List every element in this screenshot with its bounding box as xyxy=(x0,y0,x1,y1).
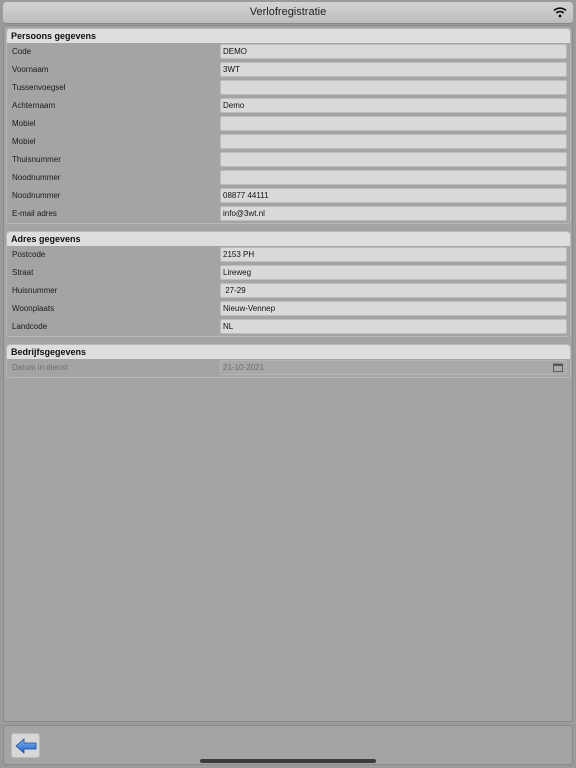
postcode-field[interactable]: 2153 PH xyxy=(220,247,567,262)
field-label: Mobiel xyxy=(12,137,36,146)
field-label: Thuisnummer xyxy=(12,155,61,164)
noodnummer-field[interactable] xyxy=(220,170,567,185)
form-row-voornaam: Voornaam 3WT xyxy=(7,61,570,79)
form-row-noodnummer: Noodnummer xyxy=(7,169,570,187)
section-header: Bedrijfsgegevens xyxy=(7,345,570,359)
app-title: Verlofregistratie xyxy=(249,6,327,18)
form-row-landcode: Landcode NL xyxy=(7,318,570,336)
thuisnummer-field[interactable] xyxy=(220,152,567,167)
form-row-achternaam: Achternaam Demo xyxy=(7,97,570,115)
field-label: E-mail adres xyxy=(12,209,57,218)
email-field[interactable]: info@3wt.nl xyxy=(220,206,567,221)
code-field[interactable]: DEMO xyxy=(220,44,567,59)
field-label: Code xyxy=(12,47,32,56)
field-label: Postcode xyxy=(12,250,46,259)
achternaam-field[interactable]: Demo xyxy=(220,98,567,113)
field-label: Straat xyxy=(12,268,34,277)
form-row-tussenvoegsel: Tussenvoegsel xyxy=(7,79,570,97)
bedrijfsgegevens-section: Bedrijfsgegevens Datum in dienst 21-10-2… xyxy=(6,344,571,378)
field-label: Woonplaats xyxy=(12,304,55,313)
section-header: Persoons gegevens xyxy=(7,29,570,43)
form-row-woonplaats: Woonplaats Nieuw-Vennep xyxy=(7,300,570,318)
home-indicator xyxy=(200,759,376,763)
form-row-thuisnummer: Thuisnummer xyxy=(7,151,570,169)
form-row-mobiel-2: Mobiel xyxy=(7,133,570,151)
field-label: Voornaam xyxy=(12,65,49,74)
field-label: Huisnummer xyxy=(12,286,58,295)
persoons-gegevens-section: Persoons gegevens Code DEMO Voornaam 3WT… xyxy=(6,28,571,224)
voornaam-field[interactable]: 3WT xyxy=(220,62,567,77)
datum-value: 21-10-2021 xyxy=(223,363,264,372)
calendar-icon xyxy=(553,363,563,372)
form-row-email: E-mail adres info@3wt.nl xyxy=(7,205,570,223)
huisnummer-field[interactable]: 27-29 xyxy=(220,283,567,298)
noodnummer-2-field[interactable]: 08877 44111 xyxy=(220,188,567,203)
field-label: Tussenvoegsel xyxy=(12,83,66,92)
field-label: Noodnummer xyxy=(12,173,61,182)
form-row-datum-in-dienst: Datum in dienst 21-10-2021 xyxy=(7,359,570,377)
wifi-icon xyxy=(553,7,567,18)
adres-gegevens-section: Adres gegevens Postcode 2153 PH Straat L… xyxy=(6,231,571,337)
form-row-noodnummer-2: Noodnummer 08877 44111 xyxy=(7,187,570,205)
landcode-field[interactable]: NL xyxy=(220,319,567,334)
title-bar: Verlofregistratie xyxy=(3,2,573,24)
back-arrow-icon xyxy=(15,738,37,754)
back-button[interactable] xyxy=(11,733,40,758)
tussenvoegsel-field[interactable] xyxy=(220,80,567,95)
mobiel-2-field[interactable] xyxy=(220,134,567,149)
form-row-code: Code DEMO xyxy=(7,43,570,61)
straat-field[interactable]: Lireweg xyxy=(220,265,567,280)
section-header: Adres gegevens xyxy=(7,232,570,246)
field-label: Landcode xyxy=(12,322,48,331)
woonplaats-field[interactable]: Nieuw-Vennep xyxy=(220,301,567,316)
field-label: Achternaam xyxy=(12,101,56,110)
mobiel-field[interactable] xyxy=(220,116,567,131)
field-label: Noodnummer xyxy=(12,191,61,200)
field-label: Mobiel xyxy=(12,119,36,128)
main-panel: Persoons gegevens Code DEMO Voornaam 3WT… xyxy=(3,25,573,722)
form-row-huisnummer: Huisnummer 27-29 xyxy=(7,282,570,300)
form-row-mobiel: Mobiel xyxy=(7,115,570,133)
form-row-postcode: Postcode 2153 PH xyxy=(7,246,570,264)
form-row-straat: Straat Lireweg xyxy=(7,264,570,282)
field-label: Datum in dienst xyxy=(12,363,68,372)
datum-in-dienst-field: 21-10-2021 xyxy=(220,360,567,375)
